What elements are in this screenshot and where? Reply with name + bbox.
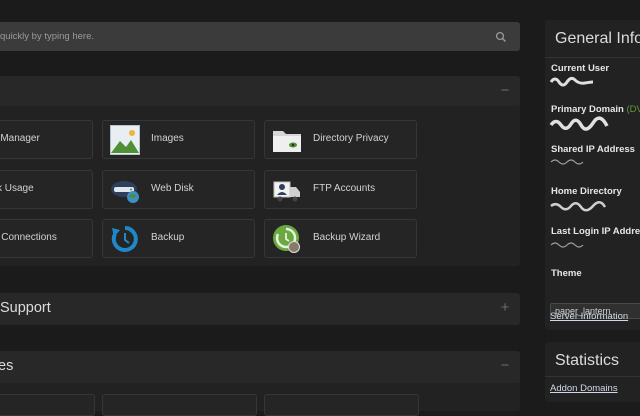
tile-backup-wizard[interactable]: Backup Wizard (264, 219, 417, 258)
tile-label: e Manager (0, 133, 40, 144)
dv-link[interactable]: (DV (627, 104, 640, 115)
statistics-panel: Statistics Addon Domains (545, 342, 640, 402)
support-panel[interactable]: Support + (0, 293, 520, 325)
ftp-truck-icon (273, 181, 300, 202)
redacted-value (549, 76, 594, 87)
panel-title: General Infor (555, 30, 640, 47)
shared-ip-label: Shared IP Address (551, 144, 635, 155)
home-directory-label: Home Directory (551, 186, 622, 197)
files-panel-header[interactable]: − (0, 76, 520, 106)
redacted-value (549, 116, 609, 131)
tile-ftp-connections[interactable]: P Connections (0, 219, 93, 258)
tile-label: Images (151, 133, 184, 144)
addon-domains-link[interactable]: Addon Domains (550, 383, 618, 394)
redacted-value (550, 201, 607, 212)
tile-label: sk Usage (0, 183, 34, 194)
tile-file-manager[interactable]: e Manager (0, 120, 93, 159)
section-panel: es − (0, 351, 520, 416)
tile-web-disk[interactable]: Web Disk (102, 170, 255, 209)
backup-icon (111, 226, 138, 252)
backup-wizard-icon (273, 225, 300, 253)
images-icon (110, 125, 140, 155)
tile-backup[interactable]: Backup (102, 219, 255, 258)
section-panel-header[interactable]: es − (0, 351, 520, 383)
current-user-label: Current User (551, 63, 610, 74)
panel-title: Support (0, 300, 51, 316)
divider (545, 376, 640, 377)
web-disk-icon (111, 181, 139, 203)
server-information-link[interactable]: Server Information (550, 311, 628, 322)
tile[interactable] (102, 394, 257, 416)
expand-toggle[interactable]: + (497, 300, 513, 316)
search-icon[interactable] (495, 31, 507, 43)
collapse-toggle[interactable]: − (497, 358, 513, 374)
tile-disk-usage[interactable]: sk Usage (0, 170, 93, 209)
tile-label: FTP Accounts (313, 183, 376, 194)
tile-label: Directory Privacy (313, 133, 389, 144)
divider (545, 57, 640, 58)
tile-ftp-accounts[interactable]: FTP Accounts (264, 170, 417, 209)
tile-label: Web Disk (151, 183, 194, 194)
panel-title: es (0, 358, 14, 374)
general-information-panel: General Infor Current User Primary Domai… (545, 20, 640, 330)
tile[interactable] (0, 394, 95, 416)
tile-images[interactable]: Images (102, 120, 255, 159)
redacted-value (550, 159, 584, 165)
tile-label: P Connections (0, 232, 57, 243)
search-bar (0, 22, 520, 51)
folder-icon (273, 131, 301, 152)
theme-label: Theme (551, 268, 582, 279)
panel-title: Statistics (555, 352, 620, 369)
collapse-toggle[interactable]: − (497, 83, 513, 99)
search-input[interactable] (0, 22, 484, 51)
tile-label: Backup Wizard (313, 232, 381, 243)
primary-domain-label: Primary Domain (DV (551, 104, 640, 115)
last-login-ip-label: Last Login IP Addres (551, 226, 640, 237)
tile-label: Backup (151, 232, 185, 243)
tile-directory-privacy[interactable]: Directory Privacy (264, 120, 417, 159)
tile[interactable] (264, 394, 419, 416)
redacted-value (550, 242, 584, 248)
